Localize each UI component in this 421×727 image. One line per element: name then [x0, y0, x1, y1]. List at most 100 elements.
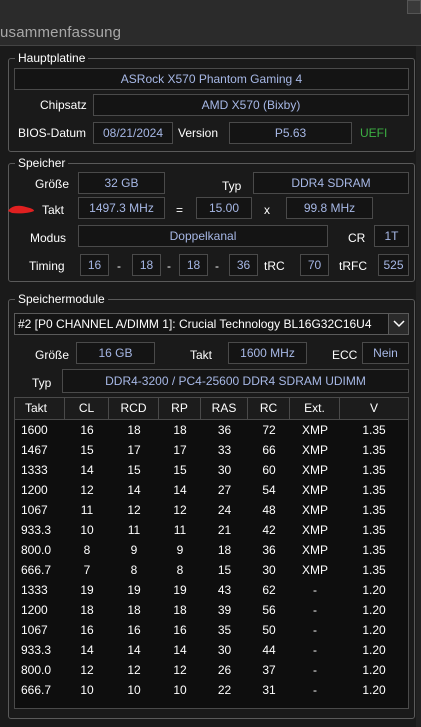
module-size-label: Größe [35, 348, 70, 362]
header-cl: CL [65, 398, 109, 419]
table-cell: XMP [301, 543, 328, 557]
window-control-button[interactable] [407, 0, 421, 14]
mainboard-name-field: ASRock X570 Phantom Gaming 4 [14, 68, 409, 90]
bios-date-field: 08/21/2024 [93, 122, 173, 144]
table-cell: 10 [80, 683, 94, 697]
table-cell: 14 [80, 643, 94, 657]
table-cell: 666.7 [21, 563, 52, 577]
memory-size-field: 32 GB [78, 172, 165, 194]
table-row: 933.3 10 11 11 21 42 XMP 1.35 [15, 520, 408, 540]
table-cell: 16 [80, 623, 94, 637]
table-cell: 9 [176, 543, 184, 557]
window-title: usammenfassung [0, 24, 122, 41]
table-row: 1333 14 15 15 30 60 XMP 1.35 [15, 460, 408, 480]
table-row: 1067 16 16 16 35 50 - 1.20 [15, 620, 408, 640]
table-cell: 35 [217, 623, 232, 637]
table-cell: 7 [83, 563, 91, 577]
table-cell: - [313, 623, 317, 637]
table-cell: 1067 [21, 623, 48, 637]
table-cell: 14 [127, 483, 141, 497]
table-cell: 19 [80, 583, 94, 597]
ecc-label: ECC [332, 348, 358, 362]
table-cell: 30 [217, 643, 232, 657]
table-cell: 30 [217, 463, 232, 477]
table-cell: 11 [80, 503, 94, 517]
table-cell: 14 [173, 483, 187, 497]
timings-table: Takt CL RCD RP RAS RC Ext. V 1600 16 18 18 3… [14, 397, 409, 709]
table-cell: 1.20 [362, 623, 386, 637]
trfc-field: 525 [378, 254, 409, 276]
table-cell: 1.20 [362, 643, 386, 657]
table-cell: 66 [262, 443, 276, 457]
trc-label: tRC [264, 259, 285, 273]
table-cell: 62 [262, 583, 276, 597]
table-row: 1467 15 17 17 33 66 XMP 1.35 [15, 440, 408, 460]
table-cell: 1333 [21, 463, 48, 477]
modules-group-title: Speichermodule [15, 292, 108, 306]
timing-dash-3: - [215, 259, 219, 273]
module-select-dropdown[interactable]: #2 [P0 CHANNEL A/DIMM 1]: Crucial Techno… [14, 313, 409, 335]
module-type-label: Typ [32, 376, 52, 390]
header-takt: Takt [15, 398, 65, 419]
table-cell: 1.35 [362, 423, 386, 437]
table-cell: 15 [217, 563, 232, 577]
table-cell: 15 [80, 443, 94, 457]
table-cell: XMP [301, 443, 328, 457]
table-cell: 24 [217, 503, 232, 517]
table-cell: 33 [217, 443, 232, 457]
timing-ras-field: 36 [229, 254, 258, 276]
trc-field: 70 [300, 254, 329, 276]
timing-rp-field: 18 [179, 254, 208, 276]
table-row: 800.0 8 9 9 18 36 XMP 1.35 [15, 540, 408, 560]
memory-type-field: DDR4 SDRAM [253, 172, 409, 194]
ecc-field: Nein [362, 342, 409, 364]
memory-size-label: Größe [35, 177, 70, 191]
table-cell: 14 [80, 463, 94, 477]
header-v: V [369, 401, 378, 415]
table-cell: 44 [262, 643, 276, 657]
table-cell: 27 [217, 483, 232, 497]
table-cell: 60 [262, 463, 276, 477]
table-cell: XMP [301, 463, 328, 477]
table-cell: 14 [127, 643, 141, 657]
header-ras: RAS [201, 398, 248, 419]
table-cell: XMP [301, 503, 328, 517]
table-row: 1600 16 18 18 36 72 XMP 1.35 [15, 420, 408, 440]
table-cell: 37 [262, 663, 276, 677]
equals-sign: = [176, 203, 184, 217]
dropdown-button[interactable] [388, 314, 408, 334]
trfc-label: tRFC [339, 259, 367, 273]
table-cell: 43 [217, 583, 232, 597]
table-cell: 933.3 [21, 523, 52, 537]
chipset-field: AMD X570 (Bixby) [93, 94, 409, 116]
multiply-sign: x [264, 203, 270, 217]
table-row: 1067 11 12 12 24 48 XMP 1.35 [15, 500, 408, 520]
table-cell: 8 [176, 563, 184, 577]
table-cell: 22 [217, 683, 232, 697]
table-cell: 26 [217, 663, 232, 677]
cr-field: 1T [374, 225, 409, 247]
table-cell: XMP [301, 563, 328, 577]
table-cell: 1467 [21, 443, 48, 457]
table-row: 666.7 10 10 10 22 31 - 1.20 [15, 680, 408, 700]
table-cell: 19 [173, 583, 187, 597]
table-cell: 1.20 [362, 603, 386, 617]
scrollbar[interactable] [416, 46, 421, 727]
memory-clock-label: Takt [42, 203, 65, 217]
table-cell: 21 [217, 523, 232, 537]
uefi-label: UEFI [360, 126, 388, 140]
table-cell: 1200 [21, 483, 48, 497]
timing-dash-1: - [117, 259, 121, 273]
module-clock-label: Takt [190, 348, 213, 362]
table-cell: 666.7 [21, 683, 52, 697]
table-cell: 18 [127, 423, 141, 437]
mainboard-group-title: Hauptplatine [15, 51, 89, 65]
header-rc: RC [248, 398, 290, 419]
memory-multiplier-field: 15.00 [196, 197, 252, 219]
table-cell: 8 [130, 563, 138, 577]
timing-dash-2: - [167, 259, 171, 273]
table-cell: 18 [80, 603, 94, 617]
module-type-field: DDR4-3200 / PC4-25600 DDR4 SDRAM UDIMM [62, 369, 409, 393]
table-cell: 1.35 [362, 503, 386, 517]
table-cell: 36 [262, 543, 276, 557]
